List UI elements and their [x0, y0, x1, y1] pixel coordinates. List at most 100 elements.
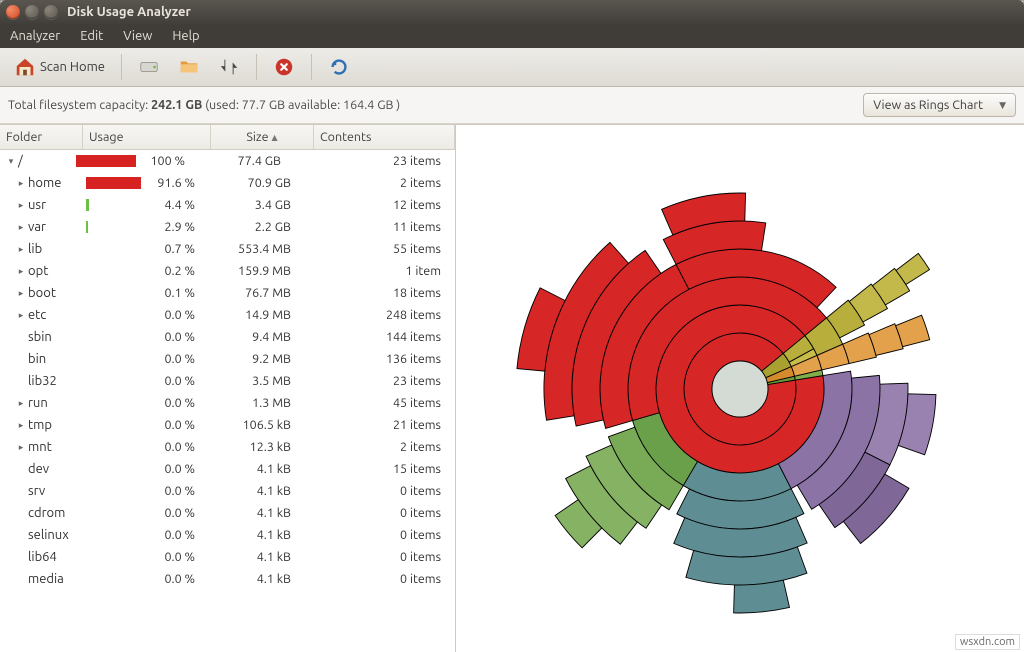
scan-home-button[interactable]: Scan Home: [8, 52, 111, 82]
folder-name: tmp: [28, 418, 52, 432]
table-row[interactable]: ▸run0.0 %1.3 MB45 items: [0, 392, 455, 414]
size-cell: 4.1 kB: [201, 550, 301, 564]
scan-remote-button[interactable]: [212, 52, 246, 82]
col-contents[interactable]: Contents: [314, 125, 455, 149]
rings-center[interactable]: [712, 361, 768, 417]
table-row[interactable]: srv0.0 %4.1 kB0 items: [0, 480, 455, 502]
size-cell: 4.1 kB: [201, 462, 301, 476]
contents-cell: 45 items: [301, 396, 455, 410]
expander-icon[interactable]: ▸: [16, 420, 26, 431]
folder-name: media: [28, 572, 64, 586]
folder-name: mnt: [28, 440, 52, 454]
contents-cell: 18 items: [301, 286, 455, 300]
expander-icon[interactable]: ▸: [16, 310, 26, 321]
usage-percent: 0.0 %: [146, 528, 201, 542]
refresh-button[interactable]: [322, 52, 356, 82]
table-row[interactable]: dev0.0 %4.1 kB15 items: [0, 458, 455, 480]
table-row[interactable]: ▸home91.6 %70.9 GB2 items: [0, 172, 455, 194]
usage-bar: [86, 221, 146, 233]
col-usage[interactable]: Usage: [83, 125, 211, 149]
usage-percent: 0.0 %: [146, 418, 201, 432]
expander-icon[interactable]: ▸: [16, 200, 26, 211]
table-row[interactable]: ▸etc0.0 %14.9 MB248 items: [0, 304, 455, 326]
harddrive-icon: [138, 56, 160, 78]
usage-bar: [86, 507, 146, 519]
usage-bar: [86, 243, 146, 255]
contents-cell: 12 items: [301, 198, 455, 212]
table-row[interactable]: sbin0.0 %9.4 MB144 items: [0, 326, 455, 348]
menu-view[interactable]: View: [113, 24, 162, 48]
view-mode-selector[interactable]: View as Rings Chart ▼: [863, 93, 1016, 117]
table-row[interactable]: ▸opt0.2 %159.9 MB1 item: [0, 260, 455, 282]
table-row[interactable]: cdrom0.0 %4.1 kB0 items: [0, 502, 455, 524]
table-row[interactable]: lib640.0 %4.1 kB0 items: [0, 546, 455, 568]
contents-cell: 23 items: [291, 154, 455, 168]
folder-tree-pane: Folder Usage Size ▲ Contents ▾/100 %77.4…: [0, 125, 456, 652]
folder-name: sbin: [28, 330, 52, 344]
rings-chart[interactable]: [470, 141, 1010, 637]
contents-cell: 1 item: [301, 264, 455, 278]
table-row[interactable]: ▸tmp0.0 %106.5 kB21 items: [0, 414, 455, 436]
usage-bar: [86, 573, 146, 585]
size-cell: 4.1 kB: [201, 572, 301, 586]
expander-icon[interactable]: ▸: [16, 442, 26, 453]
main-split: Folder Usage Size ▲ Contents ▾/100 %77.4…: [0, 124, 1024, 652]
table-row[interactable]: ▸boot0.1 %76.7 MB18 items: [0, 282, 455, 304]
expander-icon[interactable]: ▸: [16, 288, 26, 299]
usage-percent: 0.1 %: [146, 286, 201, 300]
stop-button[interactable]: [267, 52, 301, 82]
table-row[interactable]: lib320.0 %3.5 MB23 items: [0, 370, 455, 392]
chevron-down-icon: ▼: [999, 100, 1006, 111]
expander-icon[interactable]: ▸: [16, 222, 26, 233]
ring-segment[interactable]: [734, 580, 790, 613]
capacity-bar: Total filesystem capacity: 242.1 GB (use…: [0, 87, 1024, 124]
usage-bar: [86, 287, 146, 299]
scan-filesystem-button[interactable]: [132, 52, 166, 82]
size-cell: 3.5 MB: [201, 374, 301, 388]
expander-icon[interactable]: ▸: [16, 244, 26, 255]
usage-bar: [86, 331, 146, 343]
usage-percent: 2.9 %: [146, 220, 201, 234]
menu-analyzer[interactable]: Analyzer: [0, 24, 70, 48]
table-row[interactable]: ▸usr4.4 %3.4 GB12 items: [0, 194, 455, 216]
window-maximize-button[interactable]: [44, 5, 58, 19]
table-row[interactable]: ▸lib0.7 %553.4 MB55 items: [0, 238, 455, 260]
expander-icon[interactable]: ▸: [16, 178, 26, 189]
table-row[interactable]: media0.0 %4.1 kB0 items: [0, 568, 455, 590]
toolbar-separator: [256, 54, 257, 80]
toolbar: Scan Home: [0, 48, 1024, 87]
titlebar[interactable]: Disk Usage Analyzer: [0, 0, 1024, 24]
scan-folder-button[interactable]: [172, 52, 206, 82]
table-row[interactable]: ▸mnt0.0 %12.3 kB2 items: [0, 436, 455, 458]
expander-icon[interactable]: ▾: [6, 156, 16, 167]
expander-icon[interactable]: ▸: [16, 266, 26, 277]
size-cell: 1.3 MB: [201, 396, 301, 410]
table-row[interactable]: bin0.0 %9.2 MB136 items: [0, 348, 455, 370]
usage-bar: [86, 463, 146, 475]
table-row[interactable]: selinux0.0 %4.1 kB0 items: [0, 524, 455, 546]
table-row[interactable]: ▾/100 %77.4 GB23 items: [0, 150, 455, 172]
size-cell: 70.9 GB: [201, 176, 301, 190]
table-row[interactable]: ▸var2.9 %2.2 GB11 items: [0, 216, 455, 238]
refresh-icon: [328, 56, 350, 78]
usage-bar: [86, 551, 146, 563]
window-close-button[interactable]: [6, 5, 20, 19]
size-cell: 4.1 kB: [201, 484, 301, 498]
contents-cell: 15 items: [301, 462, 455, 476]
contents-cell: 248 items: [301, 308, 455, 322]
expander-icon[interactable]: ▸: [16, 398, 26, 409]
scan-home-label: Scan Home: [40, 60, 105, 74]
col-folder[interactable]: Folder: [0, 125, 83, 149]
menu-help[interactable]: Help: [162, 24, 209, 48]
contents-cell: 0 items: [301, 572, 455, 586]
window-minimize-button[interactable]: [25, 5, 39, 19]
folder-tree[interactable]: ▾/100 %77.4 GB23 items▸home91.6 %70.9 GB…: [0, 150, 455, 652]
usage-bar: [86, 199, 146, 211]
usage-percent: 0.0 %: [146, 374, 201, 388]
usage-percent: 4.4 %: [146, 198, 201, 212]
folder-name: dev: [28, 462, 49, 476]
contents-cell: 23 items: [301, 374, 455, 388]
menu-edit[interactable]: Edit: [70, 24, 113, 48]
col-size[interactable]: Size ▲: [211, 125, 314, 149]
usage-percent: 0.0 %: [146, 440, 201, 454]
